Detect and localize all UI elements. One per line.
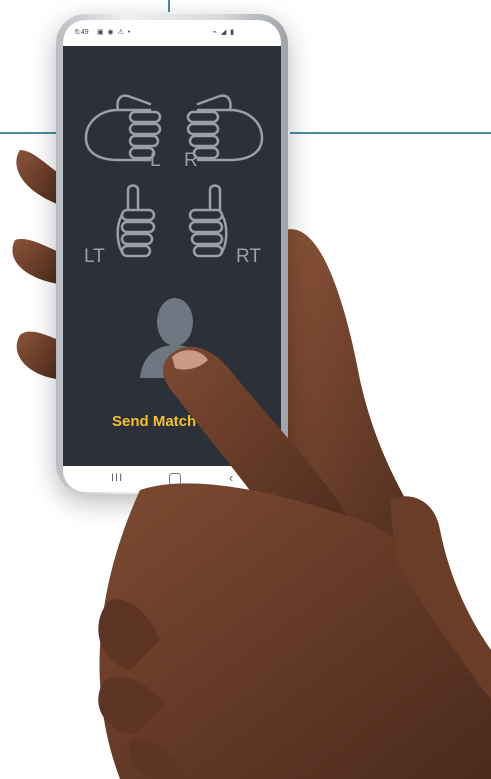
pointing-hand — [98, 346, 491, 779]
